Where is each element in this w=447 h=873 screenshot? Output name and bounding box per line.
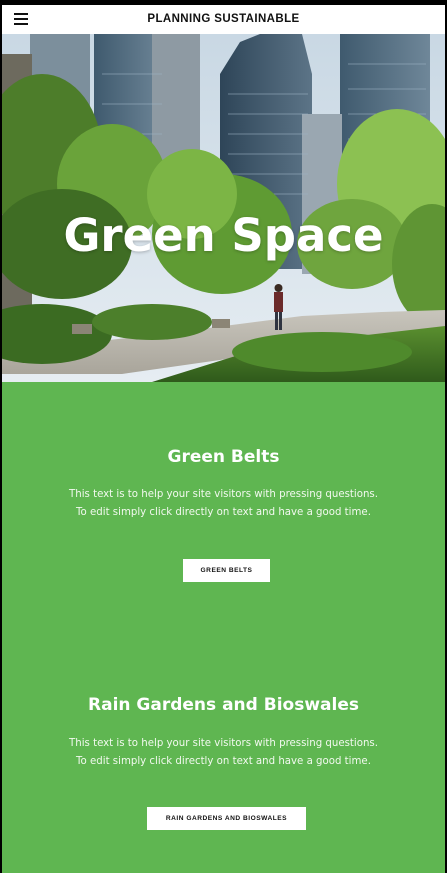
section-rain-gardens: Rain Gardens and Bioswales <box>2 694 445 716</box>
section-text-line: This text is to help your site visitors … <box>69 489 378 500</box>
section-text-line: To edit simply click directly on text an… <box>76 756 371 767</box>
green-belts-button[interactable]: GREEN BELTS <box>183 559 270 582</box>
section-title-rain-gardens: Rain Gardens and Bioswales <box>88 695 359 715</box>
rain-gardens-button[interactable]: RAIN GARDENS AND BIOSWALES <box>147 807 306 830</box>
hero-banner: Green Space <box>2 34 445 382</box>
section-text-rain-gardens: This text is to help your site visitors … <box>2 735 445 771</box>
hero-image <box>2 34 445 382</box>
section-green-belts: Green Belts <box>2 446 445 468</box>
section-title-green-belts: Green Belts <box>167 447 280 467</box>
section-text-line: This text is to help your site visitors … <box>69 738 378 749</box>
site-title[interactable]: PLANNING SUSTAINABLE <box>2 5 445 34</box>
hero-title: Green Space <box>63 209 384 262</box>
frame-edge-left <box>0 0 2 873</box>
section-text-line: To edit simply click directly on text an… <box>76 507 371 518</box>
page: PLANNING SUSTAINABLE Green Space Green B… <box>0 0 447 873</box>
site-header: PLANNING SUSTAINABLE <box>2 5 445 34</box>
section-text-green-belts: This text is to help your site visitors … <box>2 486 445 522</box>
